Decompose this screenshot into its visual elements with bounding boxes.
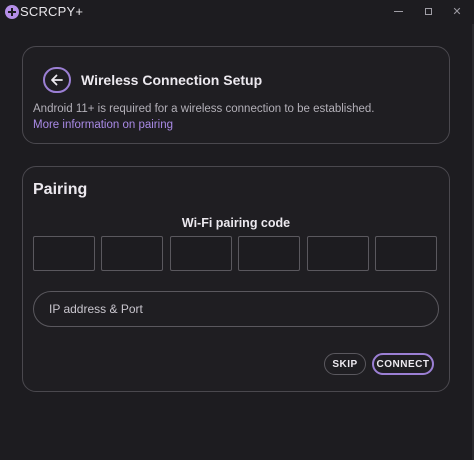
pairing-code-digit-6[interactable] <box>375 236 437 271</box>
skip-button[interactable]: SKIP <box>324 353 366 375</box>
pairing-code-digit-1[interactable] <box>33 236 95 271</box>
close-icon: ✕ <box>452 5 462 18</box>
close-button[interactable]: ✕ <box>440 0 474 22</box>
setup-description: Android 11+ is required for a wireless c… <box>33 103 375 115</box>
minimize-button[interactable] <box>381 0 415 22</box>
title-bar: SCRCPY+ ✕ <box>0 0 474 24</box>
connect-button[interactable]: CONNECT <box>372 353 434 375</box>
pairing-card: Pairing Wi-Fi pairing code SKIP CONNECT <box>22 166 450 392</box>
app-title: SCRCPY+ <box>20 4 84 19</box>
pairing-code-label: Wi-Fi pairing code <box>181 216 291 230</box>
pairing-code-digit-3[interactable] <box>170 236 232 271</box>
app-window: SCRCPY+ ✕ Wireless Connection Setup Andr… <box>0 0 474 460</box>
pairing-code-digit-5[interactable] <box>307 236 369 271</box>
pairing-code-digit-2[interactable] <box>101 236 163 271</box>
minimize-icon <box>393 10 403 12</box>
pairing-code-digit-4[interactable] <box>238 236 300 271</box>
plus-circle-icon <box>5 5 19 19</box>
pairing-info-link[interactable]: More information on pairing <box>33 119 173 131</box>
setup-title: Wireless Connection Setup <box>81 72 263 88</box>
ip-address-port-input[interactable] <box>33 291 439 327</box>
arrow-left-icon <box>51 74 63 86</box>
wireless-setup-card: Wireless Connection Setup Android 11+ is… <box>22 46 450 144</box>
maximize-icon <box>424 7 432 15</box>
back-button[interactable] <box>43 67 71 93</box>
pairing-title: Pairing <box>33 181 88 198</box>
